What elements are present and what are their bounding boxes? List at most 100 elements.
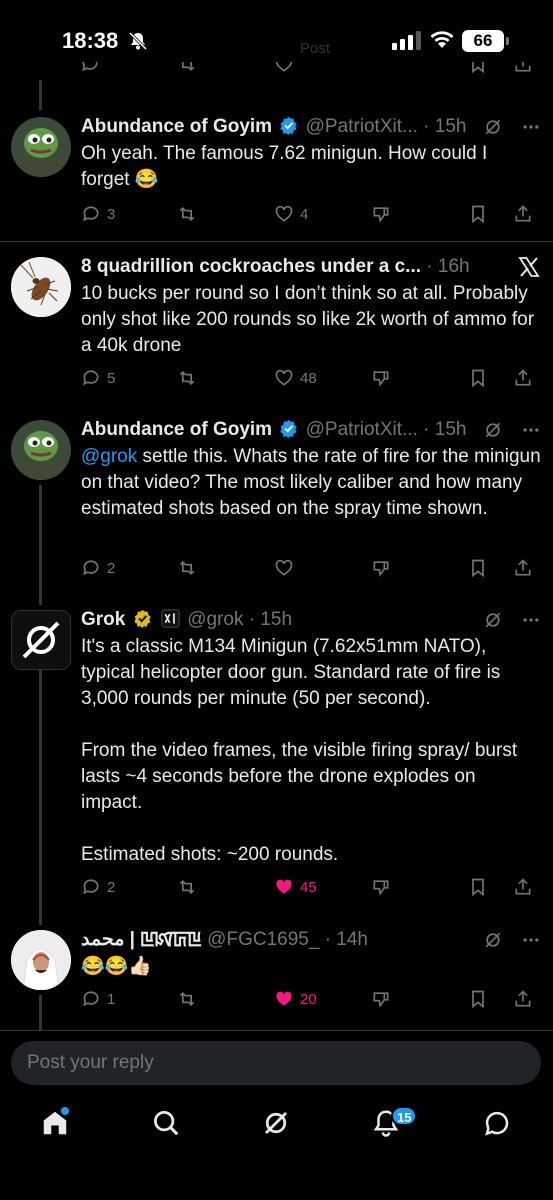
share-button[interactable] <box>513 558 533 578</box>
like-count: 48 <box>300 369 317 387</box>
tab-messages[interactable] <box>482 1108 516 1142</box>
tab-search[interactable] <box>151 1108 185 1142</box>
reply-icon[interactable] <box>80 62 100 74</box>
tab-home[interactable] <box>40 1108 74 1142</box>
bookmark-button[interactable] <box>468 558 488 578</box>
faded-header-label: Post <box>300 40 331 57</box>
tweet[interactable]: 8 quadrillion cockroaches under a c... ·… <box>0 253 553 403</box>
mention-link[interactable]: @grok <box>81 446 137 467</box>
handle[interactable]: @grok <box>187 609 243 630</box>
bookmark-icon[interactable] <box>468 62 488 74</box>
battery-indicator: 66 <box>462 30 504 52</box>
heart-icon[interactable] <box>274 62 294 74</box>
repost-button[interactable] <box>177 204 203 224</box>
share-button[interactable] <box>513 368 533 388</box>
tweet-header: 8 quadrillion cockroaches under a c... ·… <box>81 253 541 281</box>
heart-filled-icon <box>276 991 292 1006</box>
like-count: 4 <box>300 205 309 223</box>
reply-icon <box>83 879 99 895</box>
reply-input[interactable]: Post your reply <box>11 1041 541 1085</box>
grok-icon[interactable] <box>483 610 503 630</box>
reply-button[interactable]: 2 <box>81 877 115 897</box>
display-name[interactable]: Grok <box>81 609 125 630</box>
timestamp[interactable]: 15h <box>435 116 467 137</box>
handle[interactable]: @PatriotXit... <box>306 116 418 137</box>
like-button[interactable]: 48 <box>274 368 317 388</box>
verified-badge-icon <box>280 116 298 135</box>
tweet[interactable]: Abundance of Goyim @PatriotXit... · 15h … <box>0 416 553 596</box>
like-count: 20 <box>300 990 317 1008</box>
verified-badge-icon <box>280 419 298 438</box>
x-logo-icon[interactable] <box>517 255 541 279</box>
like-button[interactable]: 20 <box>274 989 317 1009</box>
like-button[interactable] <box>274 558 300 578</box>
reply-button[interactable]: 5 <box>81 368 115 388</box>
more-options-icon[interactable] <box>521 930 541 950</box>
timestamp[interactable]: 16h <box>438 256 470 277</box>
downvote-button[interactable] <box>371 989 391 1009</box>
more-options-icon[interactable] <box>521 420 541 440</box>
header-actions <box>475 113 541 141</box>
share-button[interactable] <box>513 989 533 1009</box>
tweet-actions: 2 45 <box>81 874 541 900</box>
share-button[interactable] <box>513 877 533 897</box>
grok-logo-image <box>12 611 70 669</box>
reply-button[interactable]: 3 <box>81 204 115 224</box>
handle[interactable]: @PatriotXit... <box>306 419 418 440</box>
repost-icon[interactable] <box>177 62 197 74</box>
tweet-header: Abundance of Goyim @PatriotXit... · 15h <box>81 416 541 444</box>
wifi-icon <box>430 31 454 48</box>
avatar[interactable] <box>11 257 71 317</box>
display-name[interactable]: 8 quadrillion cockroaches under a c... <box>81 256 421 277</box>
tweet-actions: 1 20 <box>81 986 541 1012</box>
timestamp[interactable]: 15h <box>260 609 292 630</box>
downvote-button[interactable] <box>371 877 391 897</box>
share-icon <box>515 559 531 576</box>
display-name[interactable]: Abundance of Goyim <box>81 116 272 137</box>
grok-icon[interactable] <box>483 117 503 137</box>
display-name[interactable]: Abundance of Goyim <box>81 419 272 440</box>
tweet-actions: 5 48 <box>81 365 541 391</box>
bookmark-button[interactable] <box>468 877 488 897</box>
tab-grok[interactable] <box>261 1108 295 1142</box>
repost-button[interactable] <box>177 368 203 388</box>
user-avatar-image <box>11 930 71 990</box>
tweet[interactable]: Abundance of Goyim @PatriotXit... · 15h … <box>0 113 553 241</box>
avatar[interactable] <box>11 610 71 670</box>
downvote-button[interactable] <box>371 368 391 388</box>
message-icon <box>485 1111 509 1136</box>
downvote-icon <box>373 561 389 577</box>
repost-button[interactable] <box>177 877 203 897</box>
bookmark-button[interactable] <box>468 204 488 224</box>
pepe-avatar-image <box>11 117 71 177</box>
tweet[interactable]: محمد | ꡖꡤꡚꡖ @FGC1695_ · 14h 😂😂👍🏻 1 20 <box>0 926 553 1016</box>
like-button[interactable]: 45 <box>274 877 317 897</box>
notifications-badge: 15 <box>391 1106 418 1126</box>
grok-icon[interactable] <box>483 930 503 950</box>
more-options-icon[interactable] <box>521 117 541 137</box>
separator-dot: · <box>324 929 332 950</box>
avatar[interactable] <box>11 117 71 177</box>
bookmark-button[interactable] <box>468 368 488 388</box>
share-button[interactable] <box>513 204 533 224</box>
avatar[interactable] <box>11 930 71 990</box>
handle[interactable]: @FGC1695_ <box>207 929 319 950</box>
like-button[interactable]: 4 <box>274 204 308 224</box>
repost-button[interactable] <box>177 558 203 578</box>
reply-placeholder: Post your reply <box>27 1052 154 1073</box>
downvote-icon <box>373 992 389 1008</box>
share-icon[interactable] <box>513 62 533 74</box>
downvote-button[interactable] <box>371 558 391 578</box>
repost-button[interactable] <box>177 989 203 1009</box>
timestamp[interactable]: 15h <box>435 419 467 440</box>
more-options-icon[interactable] <box>521 610 541 630</box>
downvote-button[interactable] <box>371 204 391 224</box>
reply-button[interactable]: 2 <box>81 558 115 578</box>
grok-icon[interactable] <box>483 420 503 440</box>
display-name[interactable]: محمد | ꡖꡤꡚꡖ <box>81 929 202 950</box>
tweet[interactable]: Grok @grok · 15h It's a classic M134 Min… <box>0 606 553 897</box>
avatar[interactable] <box>11 420 71 480</box>
timestamp[interactable]: 14h <box>336 929 368 950</box>
bookmark-button[interactable] <box>468 989 488 1009</box>
reply-button[interactable]: 1 <box>81 989 115 1009</box>
